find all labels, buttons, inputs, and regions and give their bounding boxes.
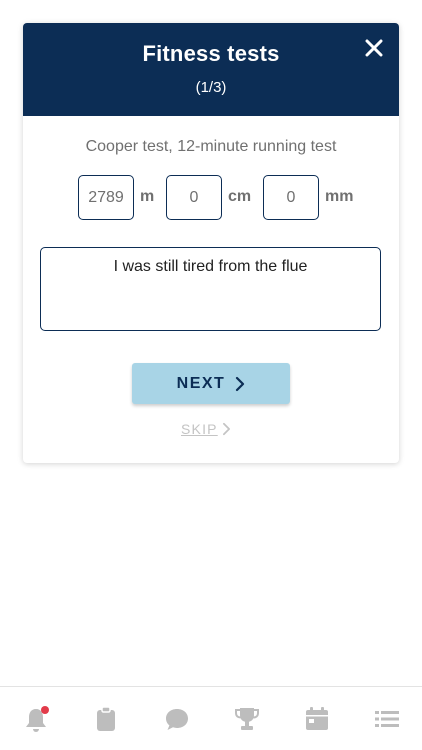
tab-chat[interactable] (163, 705, 191, 733)
meters-input[interactable] (78, 175, 134, 220)
list-icon (375, 711, 399, 727)
dialog-title: Fitness tests (142, 41, 280, 66)
tab-notifications[interactable] (22, 705, 50, 733)
meters-unit: m (140, 188, 155, 205)
centimeters-input[interactable] (166, 175, 222, 220)
dialog-progress: (1/3) (195, 79, 227, 96)
close-button[interactable] (363, 37, 385, 59)
clipboard-icon (97, 706, 115, 731)
tab-tests[interactable] (92, 705, 120, 733)
chevron-right-icon (236, 376, 245, 391)
trophy-icon (235, 708, 259, 730)
test-name: Cooper test, 12-minute running test (85, 138, 337, 155)
notification-badge (41, 706, 49, 714)
bell-icon (26, 706, 49, 732)
fitness-test-dialog: Fitness tests (1/3) Cooper test, 12-minu… (23, 23, 399, 463)
next-button[interactable]: NEXT (132, 363, 290, 404)
skip-link[interactable]: SKIP (181, 419, 241, 439)
skip-label: SKIP (181, 421, 218, 437)
centimeters-unit: cm (228, 188, 252, 205)
millimeters-input[interactable] (263, 175, 319, 220)
calendar-icon (306, 707, 328, 730)
next-label: NEXT (176, 374, 226, 392)
tab-calendar[interactable] (303, 705, 331, 733)
dialog-header: Fitness tests (1/3) (23, 23, 399, 116)
comment-field[interactable]: I was still tired from the flue (40, 247, 381, 331)
millimeters-unit: mm (325, 188, 354, 205)
chat-icon (166, 709, 188, 730)
tab-menu[interactable] (373, 705, 401, 733)
tab-achievements[interactable] (233, 705, 261, 733)
bottom-tab-bar (0, 686, 422, 750)
chevron-right-icon (222, 422, 230, 436)
close-icon (365, 39, 383, 57)
